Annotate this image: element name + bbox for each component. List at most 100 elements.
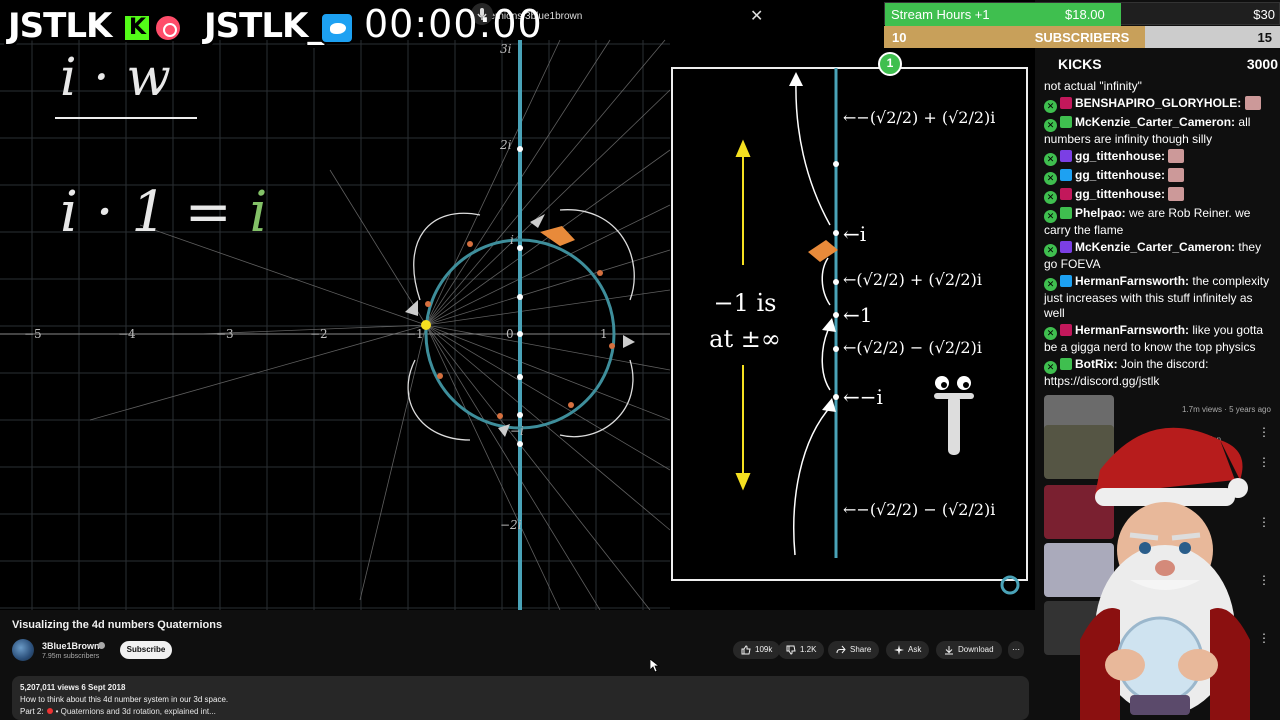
panel-point-label: ←−(√2/2) − (√2/2)i [843, 500, 996, 519]
dislike-count: 1.2K [800, 645, 817, 654]
projection-lines [89, 39, 671, 610]
panel-note-line2: at ±∞ [709, 325, 781, 353]
jstlk-twitter-logo: JSTLK_ [204, 6, 354, 46]
panel-point-label: ←(√2/2) − (√2/2)i [843, 338, 982, 357]
panel-point-label: ←i [843, 222, 867, 246]
kick-badge-icon: ✕ [1044, 361, 1057, 374]
panel-note-line1: −1 is [713, 289, 777, 317]
part-prefix: Part 2: [20, 707, 44, 716]
thumbs-down-icon [786, 645, 796, 655]
share-button[interactable]: Share [828, 641, 880, 659]
imaginary-tick-label: −2i [500, 518, 522, 532]
user-badge-icon [1060, 241, 1072, 253]
video-player[interactable]: i · w i · 1 = i −5 −4 −3 −2 −1 0 1 3i 2i i −i −2i … [0, 0, 1035, 610]
ask-button[interactable]: Ask [886, 641, 930, 659]
chat-message: ✕ McKenzie_Carter_Cameron: they go FOEVA [1040, 239, 1280, 273]
share-label: Share [850, 645, 872, 654]
user-badge-icon [1060, 150, 1072, 162]
chat-message: ✕ BENSHAPIRO_GLORYHOLE: [1040, 95, 1280, 114]
kick-badge-icon: ✕ [1044, 191, 1057, 204]
jstlk-logo: JSTLK K [8, 6, 182, 46]
chat-username: McKenzie_Carter_Cameron: [1075, 115, 1236, 129]
ask-label: Ask [908, 645, 922, 654]
panel-point-label: ←1 [843, 303, 873, 327]
emote-icon [1168, 149, 1185, 163]
equation-lhs: i · 1 = [60, 180, 250, 245]
axis-tick-label: −1 [406, 327, 424, 341]
chat-username: HermanFarnsworth: [1075, 274, 1190, 288]
download-label: Download [958, 645, 994, 654]
equation-rhs: i [249, 180, 268, 245]
chat-overlay: not actual "infinity" ✕ BENSHAPIRO_GLORYHO… [1040, 78, 1280, 390]
panel-note: −1 is at ±∞ [700, 285, 790, 357]
chat-message: not actual "infinity" [1040, 78, 1280, 95]
view-stats: 5,207,011 views 6 Sept 2018 [20, 683, 126, 692]
user-badge-icon [1060, 207, 1072, 219]
equation-i-times-1: i · 1 = i [60, 180, 267, 245]
chat-username: gg_tittenhouse: [1075, 187, 1165, 201]
axis-tick-label: −5 [24, 327, 42, 341]
kick-badge-icon: ✕ [1044, 327, 1057, 340]
channel-avatar[interactable] [12, 639, 34, 661]
verified-icon [98, 642, 105, 649]
panel-point-label: ←−(√2/2) + (√2/2)i [843, 108, 996, 127]
chat-username: McKenzie_Carter_Cameron: [1075, 240, 1236, 254]
chat-username: gg_tittenhouse: [1075, 149, 1165, 163]
description-line: How to think about this 4d number system… [20, 695, 229, 704]
kicks-value: 3000 [1246, 56, 1278, 72]
chat-message: ✕ HermanFarnsworth: like you gotta be a g… [1040, 322, 1280, 356]
chat-message: ✕ gg_tittenhouse: [1040, 186, 1280, 205]
youtube-icon [46, 708, 53, 714]
channel-name[interactable]: 3Blue1Brown [42, 641, 100, 651]
axis-tick-label: 1 [600, 327, 608, 341]
axis-tick-label: −3 [216, 327, 234, 341]
equation-i-w: i · w [60, 48, 171, 108]
imaginary-tick-label: −i [510, 424, 524, 438]
clear-search-icon[interactable]: ✕ [750, 6, 763, 26]
subscriber-target: 15 [1257, 30, 1272, 45]
chat-username: gg_tittenhouse: [1075, 168, 1165, 182]
hours-goal-label: Stream Hours +1 [891, 7, 990, 22]
user-badge-icon [1060, 188, 1072, 200]
imaginary-tick-label: i [510, 233, 514, 247]
part-link[interactable]: • Quaternions and 3d rotation, explained… [56, 707, 216, 716]
kicks-label: KICKS [1058, 56, 1102, 72]
dislike-button[interactable]: 1.2K [778, 641, 825, 659]
imaginary-tick-label: 2i [500, 138, 512, 152]
subscribe-button[interactable]: Subscribe [120, 641, 172, 659]
kick-badge-icon: ✕ [1044, 153, 1057, 166]
logo2-text: JSTLK_ [204, 6, 324, 46]
axis-tick-label: 0 [506, 327, 514, 341]
record-icon [154, 14, 182, 42]
subscriber-label: SUBSCRIBERS [1034, 30, 1130, 45]
kick-badge-icon: ✕ [1044, 278, 1057, 291]
chat-username: Phelpao: [1075, 206, 1126, 220]
sparkle-icon [894, 645, 904, 655]
chat-text: not actual "infinity" [1044, 79, 1142, 93]
user-badge-icon [1060, 324, 1072, 336]
emote-icon [1244, 96, 1261, 110]
user-badge-icon [1060, 275, 1072, 287]
chat-username: HermanFarnsworth: [1075, 323, 1190, 337]
more-actions-button[interactable]: ⋯ [1008, 641, 1024, 659]
chat-username: BotRix: [1075, 357, 1118, 371]
hours-goal-bar: Stream Hours +1 $18.00 $30 [884, 2, 1280, 26]
subscriber-goal-bar: 10 SUBSCRIBERS 15 [884, 26, 1280, 48]
emote-icon [1168, 168, 1185, 182]
twitter-icon [320, 12, 354, 44]
hours-goal-current: $18.00 [1065, 7, 1105, 22]
kick-badge-icon: ✕ [1044, 210, 1057, 223]
download-icon [945, 646, 953, 655]
like-button[interactable]: 109k [733, 641, 781, 659]
description-line-part2: Part 2: • Quaternions and 3d rotation, ex… [20, 706, 1021, 718]
kick-badge-icon: ✕ [1044, 100, 1057, 113]
share-icon [836, 645, 846, 654]
axis-tick-label: −2 [310, 327, 328, 341]
user-badge-icon [1060, 97, 1072, 109]
download-button[interactable]: Download [936, 641, 1002, 659]
description-box[interactable]: 5,207,011 views 6 Sept 2018 How to think… [12, 676, 1029, 720]
grid-lines [0, 40, 670, 610]
chat-message: ✕ gg_tittenhouse: [1040, 148, 1280, 167]
chat-message: ✕ HermanFarnsworth: the complexity just i… [1040, 273, 1280, 322]
panel-point-label: ←−i [843, 385, 883, 409]
